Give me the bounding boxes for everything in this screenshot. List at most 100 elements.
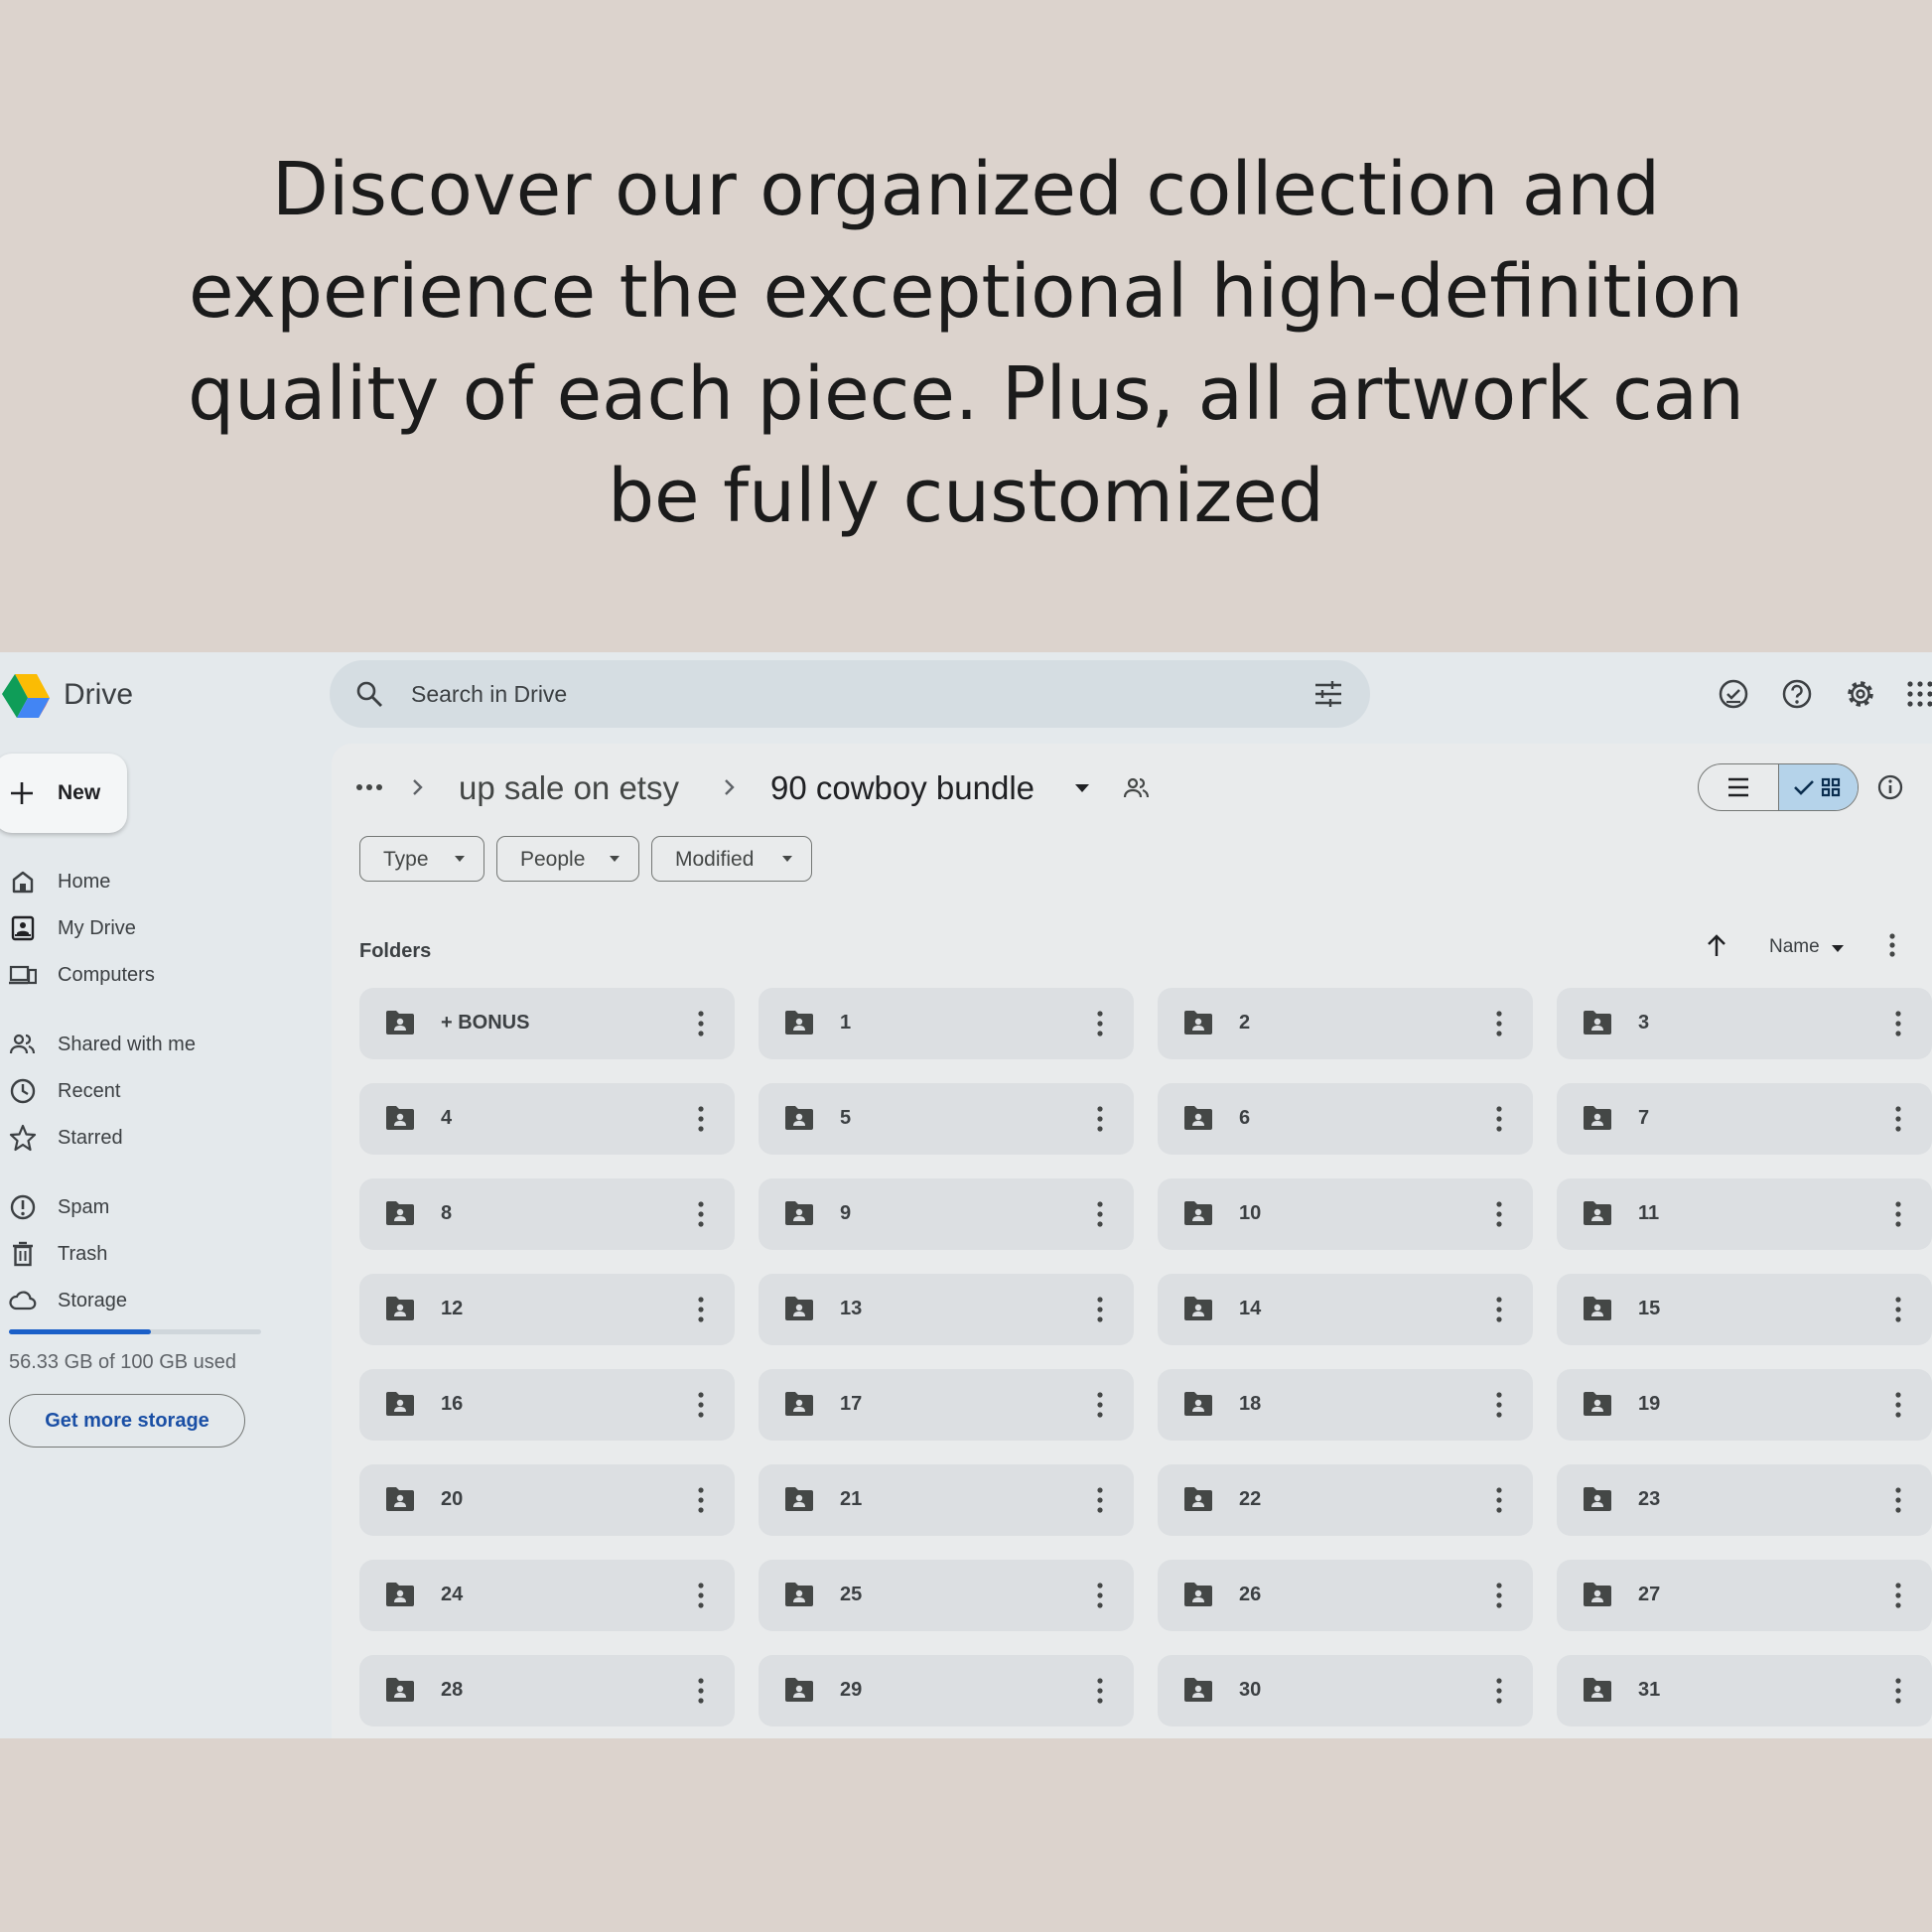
more-vertical-icon[interactable] (1894, 1582, 1902, 1609)
more-vertical-icon[interactable] (697, 1105, 705, 1133)
folder-item[interactable]: 14 (1158, 1274, 1533, 1345)
more-vertical-icon[interactable] (1495, 1677, 1503, 1705)
more-vertical-icon[interactable] (1894, 1296, 1902, 1323)
folder-item[interactable]: 15 (1557, 1274, 1932, 1345)
sort-by-name[interactable]: Name (1769, 936, 1820, 958)
more-vertical-icon[interactable] (1096, 1582, 1104, 1609)
search-options-icon[interactable] (1312, 678, 1344, 710)
more-vertical-icon[interactable] (1894, 1677, 1902, 1705)
folder-item[interactable]: 11 (1557, 1178, 1932, 1250)
breadcrumb-parent[interactable]: up sale on etsy (459, 769, 679, 807)
sidebar-item-storage[interactable]: Storage (0, 1284, 318, 1317)
filter-people-label: People (520, 848, 586, 871)
folder-item[interactable]: 31 (1557, 1655, 1932, 1726)
settings-gear-icon[interactable] (1845, 678, 1876, 710)
shared-folder-icon (785, 1106, 813, 1130)
folder-item[interactable]: 25 (759, 1560, 1134, 1631)
folder-item[interactable]: 26 (1158, 1560, 1533, 1631)
search-bar[interactable]: Search in Drive (330, 660, 1370, 728)
more-vertical-icon[interactable] (1096, 1486, 1104, 1514)
more-vertical-icon[interactable] (697, 1296, 705, 1323)
info-icon[interactable] (1876, 773, 1904, 801)
apps-grid-icon[interactable] (1904, 678, 1932, 710)
sidebar-item-spam[interactable]: Spam (0, 1190, 318, 1224)
more-vertical-icon[interactable] (1495, 1105, 1503, 1133)
filter-modified-chip[interactable]: Modified (651, 836, 812, 882)
folder-item[interactable]: + BONUS (359, 988, 735, 1059)
folder-item[interactable]: 22 (1158, 1464, 1533, 1536)
more-vertical-icon[interactable] (1894, 1010, 1902, 1037)
more-vertical-icon[interactable] (1096, 1105, 1104, 1133)
help-icon[interactable] (1781, 678, 1813, 710)
offline-status-icon[interactable] (1718, 678, 1749, 710)
more-vertical-icon[interactable] (1894, 1391, 1902, 1419)
sidebar-item-trash[interactable]: Trash (0, 1237, 318, 1271)
folder-item[interactable]: 24 (359, 1560, 735, 1631)
folder-item[interactable]: 18 (1158, 1369, 1533, 1441)
folder-item[interactable]: 16 (359, 1369, 735, 1441)
folder-item[interactable]: 5 (759, 1083, 1134, 1155)
sidebar-item-home[interactable]: Home (0, 865, 318, 898)
folder-item[interactable]: 12 (359, 1274, 735, 1345)
more-vertical-icon[interactable] (1495, 1296, 1503, 1323)
folder-item[interactable]: 19 (1557, 1369, 1932, 1441)
new-button[interactable]: New (0, 754, 127, 833)
filter-people-chip[interactable]: People (496, 836, 639, 882)
list-view-button[interactable] (1699, 764, 1778, 810)
folder-item[interactable]: 20 (359, 1464, 735, 1536)
folder-item[interactable]: 4 (359, 1083, 735, 1155)
breadcrumb-current-folder[interactable]: 90 cowboy bundle (770, 769, 1035, 807)
sidebar-item-my-drive[interactable]: My Drive (0, 911, 318, 945)
get-more-storage-button[interactable]: Get more storage (9, 1394, 245, 1448)
grid-view-button[interactable] (1778, 764, 1858, 810)
more-vertical-icon[interactable] (1495, 1486, 1503, 1514)
folder-item[interactable]: 17 (759, 1369, 1134, 1441)
folder-item[interactable]: 3 (1557, 988, 1932, 1059)
folder-item[interactable]: 9 (759, 1178, 1134, 1250)
sidebar-item-starred[interactable]: Starred (0, 1121, 318, 1155)
more-vertical-icon[interactable] (697, 1677, 705, 1705)
folder-item[interactable]: 1 (759, 988, 1134, 1059)
more-vertical-icon[interactable] (1888, 932, 1896, 958)
folder-item[interactable]: 6 (1158, 1083, 1533, 1155)
folder-item[interactable]: 29 (759, 1655, 1134, 1726)
more-horizontal-icon[interactable] (355, 781, 383, 793)
more-vertical-icon[interactable] (1894, 1200, 1902, 1228)
more-vertical-icon[interactable] (1495, 1582, 1503, 1609)
search-input[interactable]: Search in Drive (411, 681, 567, 708)
more-vertical-icon[interactable] (697, 1582, 705, 1609)
more-vertical-icon[interactable] (1096, 1677, 1104, 1705)
more-vertical-icon[interactable] (1096, 1200, 1104, 1228)
caret-down-icon[interactable] (1831, 944, 1845, 953)
folder-item[interactable]: 23 (1557, 1464, 1932, 1536)
sidebar-item-computers[interactable]: Computers (0, 958, 318, 992)
more-vertical-icon[interactable] (1495, 1391, 1503, 1419)
more-vertical-icon[interactable] (1894, 1486, 1902, 1514)
folder-item[interactable]: 28 (359, 1655, 735, 1726)
sort-direction-icon[interactable] (1704, 932, 1729, 958)
folder-item[interactable]: 2 (1158, 988, 1533, 1059)
folder-item[interactable]: 13 (759, 1274, 1134, 1345)
folder-item[interactable]: 30 (1158, 1655, 1533, 1726)
folder-name: 23 (1638, 1488, 1661, 1510)
sidebar-item-shared-with-me[interactable]: Shared with me (0, 1028, 318, 1061)
more-vertical-icon[interactable] (1894, 1105, 1902, 1133)
filter-type-chip[interactable]: Type (359, 836, 484, 882)
more-vertical-icon[interactable] (697, 1486, 705, 1514)
more-vertical-icon[interactable] (697, 1391, 705, 1419)
folder-item[interactable]: 21 (759, 1464, 1134, 1536)
folder-item[interactable]: 7 (1557, 1083, 1932, 1155)
more-vertical-icon[interactable] (1096, 1296, 1104, 1323)
more-vertical-icon[interactable] (697, 1200, 705, 1228)
shared-folder-icon[interactable] (1122, 773, 1152, 803)
folder-item[interactable]: 10 (1158, 1178, 1533, 1250)
caret-down-icon[interactable] (1074, 783, 1090, 793)
folder-item[interactable]: 27 (1557, 1560, 1932, 1631)
more-vertical-icon[interactable] (697, 1010, 705, 1037)
more-vertical-icon[interactable] (1495, 1010, 1503, 1037)
more-vertical-icon[interactable] (1096, 1391, 1104, 1419)
sidebar-item-recent[interactable]: Recent (0, 1074, 318, 1108)
more-vertical-icon[interactable] (1495, 1200, 1503, 1228)
folder-item[interactable]: 8 (359, 1178, 735, 1250)
more-vertical-icon[interactable] (1096, 1010, 1104, 1037)
